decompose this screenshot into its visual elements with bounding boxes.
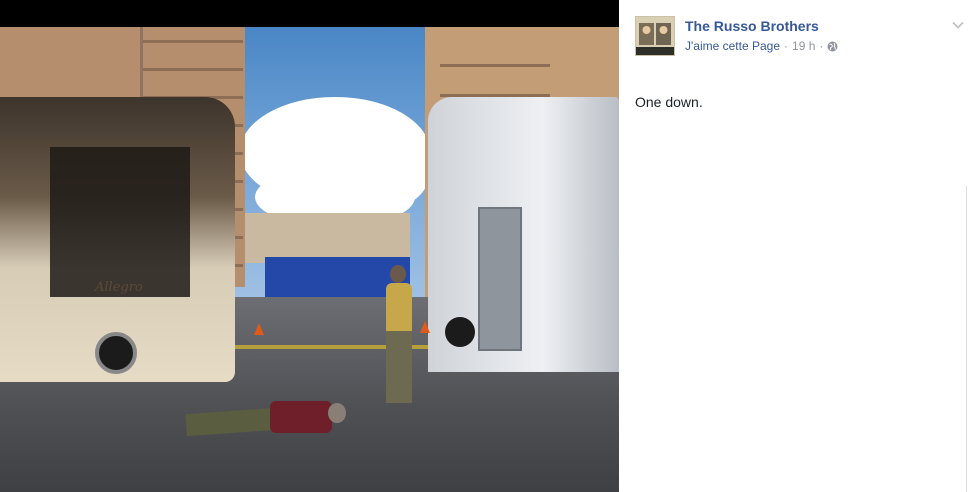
sidebar-divider <box>966 186 967 492</box>
photo-cone <box>420 321 430 333</box>
post-time[interactable]: 19 h <box>792 39 815 53</box>
page-name-link[interactable]: The Russo Brothers <box>685 18 819 34</box>
photo-person-head <box>390 265 406 283</box>
avatar-image <box>636 17 674 55</box>
avatar[interactable] <box>635 16 675 56</box>
photo-rv-window <box>50 147 190 297</box>
globe-icon[interactable] <box>827 41 838 52</box>
post-sidebar: The Russo Brothers J'aime cette Page · 1… <box>619 0 979 492</box>
post-text: One down. <box>635 94 703 110</box>
photo-viewer: Allegro <box>0 0 619 492</box>
meta-separator: · <box>819 39 824 53</box>
like-page-link[interactable]: J'aime cette Page <box>685 39 780 53</box>
photo-lying-person-torso <box>270 401 332 433</box>
photo-rv-brand: Allegro <box>95 280 143 295</box>
post-meta: J'aime cette Page · 19 h · <box>685 39 838 53</box>
photo-truck-wheel <box>445 317 475 347</box>
chevron-down-icon[interactable] <box>951 18 965 32</box>
photo-lying-person-head <box>328 403 346 423</box>
post-photo[interactable]: Allegro <box>0 27 619 492</box>
photo-truck-door <box>478 207 522 351</box>
photo-rv-wheel <box>95 332 137 374</box>
photo-cone <box>254 323 264 335</box>
meta-separator: · <box>784 39 789 53</box>
photo-person-torso <box>386 283 412 333</box>
photo-person-legs <box>386 331 412 403</box>
photo-warehouse <box>240 213 410 263</box>
